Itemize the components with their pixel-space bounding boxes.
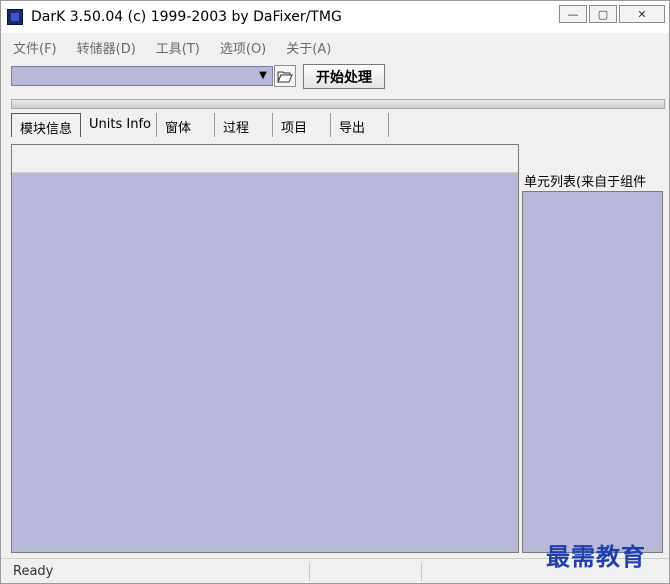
menu-tools[interactable]: 工具(T) [144,35,208,57]
maximize-button[interactable]: ▢ [589,5,617,23]
status-divider [421,563,422,581]
tab-module-info[interactable]: 模块信息 [11,113,82,137]
window-title: DarK 3.50.04 (c) 1999-2003 by DaFixer/TM… [31,9,342,25]
chevron-down-icon[interactable]: ▼ [256,69,270,83]
menu-options[interactable]: 选项(O) [208,35,274,57]
progress-bar [11,99,665,109]
file-combo[interactable]: ▼ [11,66,273,86]
menu-dumper[interactable]: 转储器(D) [65,35,144,57]
module-info-header [12,145,518,173]
status-text: Ready [13,564,54,579]
units-list-label: 单元列表(来自于组件 [524,175,647,190]
tab-strip: 模块信息 Units Info 窗体 过程 项目 导出 [11,113,390,137]
close-button[interactable]: ✕ [619,5,665,23]
tab-procedures[interactable]: 过程 [215,113,274,137]
module-info-panel[interactable] [11,144,519,553]
units-list-panel[interactable] [522,191,663,553]
tab-forms[interactable]: 窗体 [157,113,216,137]
app-window: DarK 3.50.04 (c) 1999-2003 by DaFixer/TM… [0,0,670,584]
menu-file[interactable]: 文件(F) [1,35,65,57]
tab-exports[interactable]: 导出 [331,113,390,137]
watermark-logo: 最需教育 [546,542,646,571]
file-path-input[interactable] [14,68,250,84]
title-bar[interactable]: DarK 3.50.04 (c) 1999-2003 by DaFixer/TM… [1,1,669,33]
menu-about[interactable]: 关于(A) [274,35,339,57]
status-divider [309,563,310,581]
tab-units-info[interactable]: Units Info [81,113,158,137]
open-folder-button[interactable] [274,65,296,87]
tab-project[interactable]: 项目 [273,113,332,137]
app-icon [7,9,23,25]
minimize-button[interactable]: — [559,5,587,23]
menu-bar: 文件(F) 转储器(D) 工具(T) 选项(O) 关于(A) [1,35,669,57]
start-process-button[interactable]: 开始处理 [303,64,385,89]
folder-open-icon [277,71,293,83]
